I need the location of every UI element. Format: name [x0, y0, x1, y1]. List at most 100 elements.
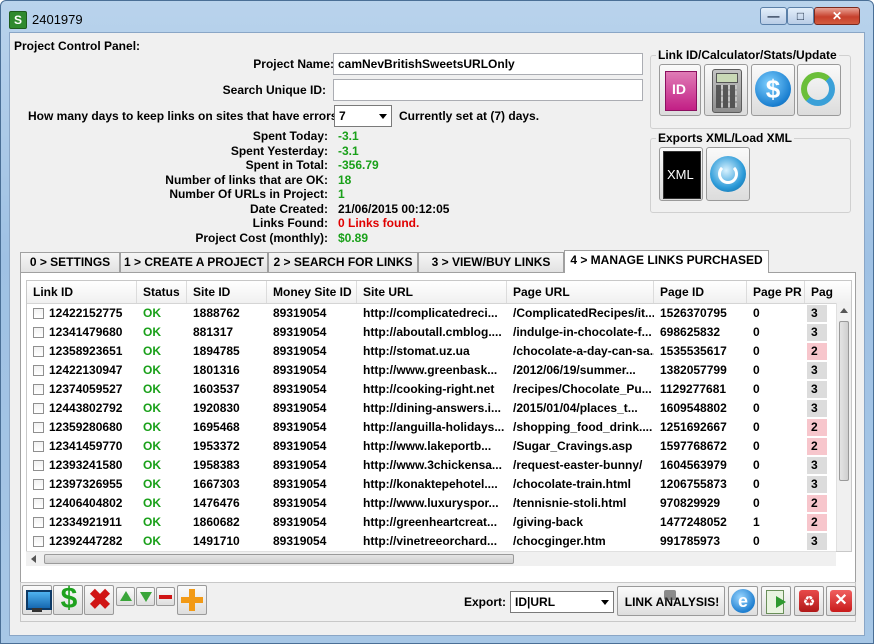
table-cell: OK — [143, 344, 161, 358]
days-select[interactable]: 7 — [334, 105, 392, 127]
table-row[interactable]: 12406404802 OK 1476476 89319054 http://www.l… — [27, 494, 837, 513]
pr-badge: 3 — [807, 533, 827, 550]
minimize-button[interactable]: — — [760, 7, 787, 25]
table-cell: 0 — [753, 325, 760, 339]
move-down-button[interactable] — [136, 587, 155, 606]
app-icon: S — [9, 11, 27, 29]
tab-1[interactable]: 1 > CREATE A PROJECT — [120, 252, 268, 272]
table-row[interactable]: 12393241580 OK 1958383 89319054 http://www.3… — [27, 456, 837, 475]
table-cell: OK — [143, 458, 161, 472]
horizontal-scroll-thumb[interactable] — [44, 554, 514, 564]
table-row[interactable]: 12422130947 OK 1801316 89319054 http://www.g… — [27, 361, 837, 380]
remove-button[interactable] — [156, 587, 175, 606]
window-title: 2401979 — [32, 12, 83, 27]
table-cell: OK — [143, 496, 161, 510]
table-cell: 1597768672 — [660, 439, 727, 453]
table-cell: 881317 — [193, 325, 234, 339]
column-header[interactable]: Page URL — [507, 281, 654, 303]
table-cell: 0 — [753, 420, 760, 434]
export-select[interactable]: ID|URL — [510, 591, 614, 613]
stat-value: $0.89 — [338, 230, 369, 245]
table-cell: 12393241580 — [49, 458, 123, 472]
project-name-input[interactable]: camNevBritishSweetsURLOnly — [333, 53, 643, 75]
column-header[interactable]: Site ID — [187, 281, 267, 303]
browser-button[interactable]: e — [728, 586, 758, 616]
table-cell: 89319054 — [273, 325, 327, 339]
table-cell: OK — [143, 325, 161, 339]
column-header[interactable]: Page PR — [747, 281, 805, 303]
column-header[interactable]: Money Site ID — [267, 281, 357, 303]
table-cell: 1667303 — [193, 477, 240, 491]
link-analysis-button[interactable]: LINK ANALYSIS! — [617, 586, 725, 616]
table-cell: OK — [143, 477, 161, 491]
green-dollar-icon: $ — [60, 582, 78, 615]
monitor-button[interactable] — [22, 585, 52, 615]
table-cell: /chocolate-a-day-can-sa... — [513, 344, 654, 358]
table-cell: OK — [143, 401, 161, 415]
export-xml-button[interactable]: XML — [659, 147, 703, 201]
table-cell: 1894785 — [193, 344, 240, 358]
trash-icon: ♻ — [799, 590, 819, 612]
table-cell: OK — [143, 363, 161, 377]
table-cell: http://www.3chickensa... — [363, 458, 502, 472]
vertical-scrollbar[interactable] — [836, 303, 851, 551]
pr-badge: 3 — [807, 324, 827, 341]
table-row[interactable]: 12443802792 OK 1920830 89319054 http://dinin… — [27, 399, 837, 418]
load-xml-button[interactable] — [706, 147, 750, 201]
table-cell: /shopping_food_drink.... — [513, 420, 653, 434]
delete-button[interactable]: ✖ — [84, 585, 114, 615]
table-cell: 0 — [753, 344, 760, 358]
column-header[interactable]: Page ID — [654, 281, 747, 303]
table-cell: 0 — [753, 439, 760, 453]
arrow-up-icon — [120, 591, 132, 601]
table-row[interactable]: 12359280680 OK 1695468 89319054 http://angui… — [27, 418, 837, 437]
stat-label: Number of links that are OK: — [165, 172, 328, 187]
table-row[interactable]: 12341459770 OK 1953372 89319054 http://www.l… — [27, 437, 837, 456]
trash-button[interactable]: ♻ — [794, 586, 824, 616]
table-cell: OK — [143, 306, 161, 320]
table-row[interactable]: 12341479680 OK 881317 89319054 http://abouta… — [27, 323, 837, 342]
table-cell: /giving-back — [513, 515, 584, 529]
column-header[interactable]: Pag — [805, 281, 851, 303]
table-row[interactable]: 12358923651 OK 1894785 89319054 http://stoma… — [27, 342, 837, 361]
table-cell: 12443802792 — [49, 401, 123, 415]
add-button[interactable] — [177, 585, 207, 615]
search-id-input[interactable] — [333, 79, 643, 101]
column-header[interactable]: Status — [137, 281, 187, 303]
tab-2[interactable]: 2 > SEARCH FOR LINKS — [268, 252, 418, 272]
open-button[interactable] — [761, 586, 791, 616]
column-header[interactable]: Site URL — [357, 281, 507, 303]
vertical-scroll-thumb[interactable] — [839, 321, 849, 481]
tab-3[interactable]: 3 > VIEW/BUY LINKS — [418, 252, 564, 272]
column-header[interactable]: Link ID — [27, 281, 137, 303]
project-name-label: Project Name: — [253, 57, 334, 71]
refresh-icon — [801, 72, 835, 106]
table-row[interactable]: 12397326955 OK 1667303 89319054 http://konak… — [27, 475, 837, 494]
table-row[interactable]: 12374059527 OK 1603537 89319054 http://cooki… — [27, 380, 837, 399]
calculator-button[interactable] — [704, 64, 748, 116]
table-cell: 0 — [753, 382, 760, 396]
table-cell: 89319054 — [273, 439, 327, 453]
move-up-button[interactable] — [116, 587, 135, 606]
table-row[interactable]: 12334921911 OK 1860682 89319054 http://green… — [27, 513, 837, 532]
table-cell: 89319054 — [273, 382, 327, 396]
stat-value: -3.1 — [338, 129, 359, 143]
tab-4[interactable]: 4 > MANAGE LINKS PURCHASED — [564, 250, 769, 273]
update-button[interactable] — [797, 64, 841, 116]
table-row[interactable]: 12392447282 OK 1491710 89319054 http://vinet… — [27, 532, 837, 551]
table-cell: http://aboutall.cmblog.... — [363, 325, 502, 339]
table-cell: 1860682 — [193, 515, 240, 529]
table-row[interactable]: 12422152775 OK 1888762 89319054 http://compl… — [27, 304, 837, 323]
exit-button[interactable]: ✕ — [826, 586, 856, 616]
table-cell: 0 — [753, 401, 760, 415]
stats-button[interactable]: $ — [751, 64, 795, 116]
dollar-button[interactable]: $ — [53, 582, 83, 615]
pr-badge: 2 — [807, 438, 827, 455]
table-cell: 12406404802 — [49, 496, 123, 510]
tab-0[interactable]: 0 > SETTINGS — [20, 252, 120, 272]
close-window-button[interactable]: ✕ — [814, 7, 860, 25]
link-id-button[interactable]: ID — [659, 64, 701, 116]
table-cell: /tennisnie-stoli.html — [513, 496, 627, 510]
horizontal-scrollbar[interactable] — [26, 551, 836, 566]
maximize-button[interactable]: □ — [787, 7, 814, 25]
